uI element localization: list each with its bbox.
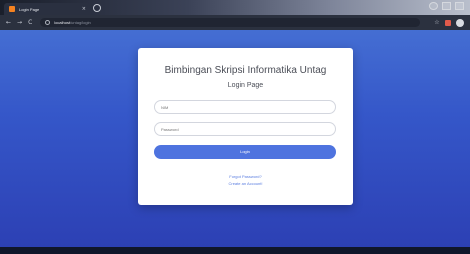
reload-button[interactable]: C [28,18,32,28]
info-icon[interactable] [45,20,51,25]
new-tab-icon[interactable] [93,4,101,12]
url-host: localhost [54,20,71,25]
close-window-button[interactable] [455,2,464,10]
favicon-icon [9,6,15,12]
address-bar[interactable]: localhost /untag/login [40,18,421,27]
back-button[interactable]: ← [6,18,11,28]
page-subtitle: Login Page [227,82,264,89]
taskbar [0,247,470,254]
url-path: /untag/login [70,20,91,25]
window-controls [429,2,464,10]
browser-toolbar: ← → C localhost /untag/login ☆ [0,15,470,30]
tab-title: Login Page [19,6,40,12]
extension-icon[interactable] [444,19,451,26]
page-title: Bimbingan Skripsi Informatika Untag [164,65,327,76]
login-card: Bimbingan Skripsi Informatika Untag Logi… [138,48,353,205]
screen: Login Page × ← → C localhost /untag/logi… [0,0,470,254]
profile-icon[interactable] [455,18,464,27]
star-icon[interactable]: ☆ [434,19,439,26]
minimize-button[interactable] [429,2,438,10]
password-input[interactable] [154,122,336,136]
login-button[interactable]: Login [154,145,336,159]
create-account-link[interactable]: Create an Account! [138,181,353,186]
browser-tab-bar: Login Page × [0,0,470,15]
nim-input[interactable] [154,100,336,114]
maximize-button[interactable] [442,2,451,10]
forgot-password-link[interactable]: Forgot Password? [138,174,353,179]
forward-button[interactable]: → [17,18,22,28]
tab-close-icon[interactable]: × [82,6,86,12]
browser-tab[interactable]: Login Page × [4,3,90,15]
